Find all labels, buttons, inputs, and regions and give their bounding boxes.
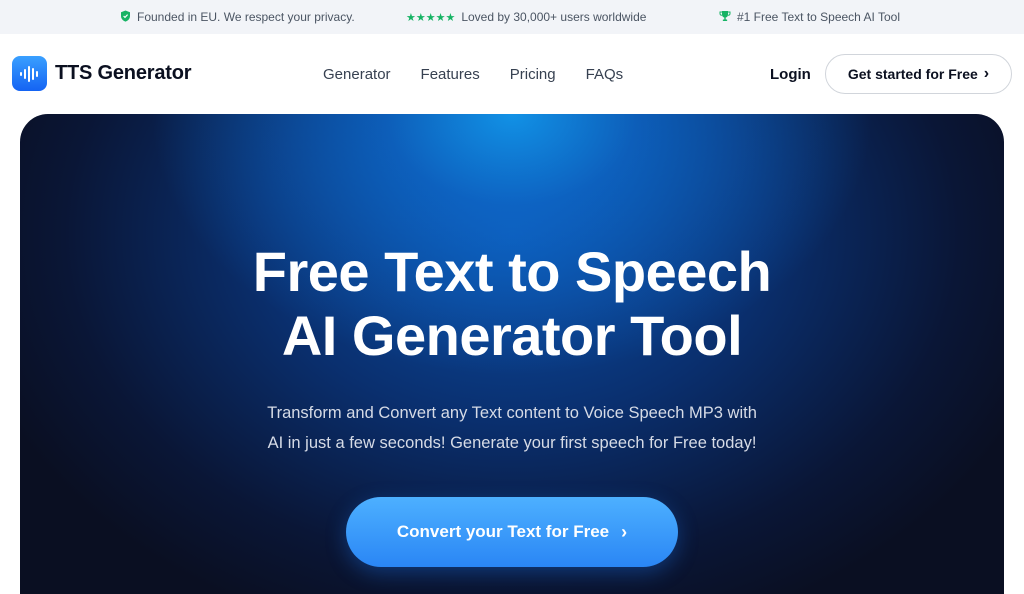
hero-subtitle-line-1: Transform and Convert any Text content t…	[267, 404, 757, 422]
rank-text: #1 Free Text to Speech AI Tool	[737, 10, 900, 24]
brand-name: TTS Generator	[55, 62, 192, 84]
hero-title: Free Text to Speech AI Generator Tool	[20, 240, 1004, 368]
get-started-label: Get started for Free	[847, 66, 978, 82]
brand-logo[interactable]: TTS Generator	[12, 56, 192, 91]
star-icon: ★★★★★	[406, 11, 456, 24]
nav-link-pricing[interactable]: Pricing	[510, 66, 556, 83]
hero-title-line-1: Free Text to Speech	[252, 240, 772, 303]
hero-subtitle-line-2: AI in just a few seconds! Generate your …	[267, 434, 757, 452]
nav-menu: Generator Features Pricing FAQs	[323, 34, 623, 114]
shield-icon	[120, 10, 131, 25]
convert-text-label: Convert your Text for Free	[396, 522, 610, 541]
announcement-bar: Founded in EU. We respect your privacy. …	[0, 0, 1024, 34]
nav-link-faqs[interactable]: FAQs	[586, 66, 624, 83]
chevron-right-icon: ›	[983, 65, 990, 82]
convert-text-button[interactable]: Convert your Text for Free ›	[346, 497, 678, 567]
loved-text: Loved by 30,000+ users worldwide	[461, 10, 647, 24]
nav-link-generator[interactable]: Generator	[323, 66, 391, 83]
trophy-icon	[719, 10, 731, 25]
hero-title-line-2: AI Generator Tool	[281, 304, 743, 367]
rank-note: #1 Free Text to Speech AI Tool	[719, 0, 900, 34]
nav-link-features[interactable]: Features	[421, 66, 480, 83]
chevron-right-icon: ›	[621, 521, 628, 542]
get-started-button[interactable]: Get started for Free ›	[825, 54, 1012, 94]
hero-subtitle: Transform and Convert any Text content t…	[242, 398, 782, 458]
sound-wave-logo-icon	[12, 56, 47, 91]
privacy-note: Founded in EU. We respect your privacy.	[120, 0, 355, 34]
hero-section: Free Text to Speech AI Generator Tool Tr…	[20, 114, 1004, 594]
privacy-text: Founded in EU. We respect your privacy.	[137, 10, 355, 24]
login-link[interactable]: Login	[770, 34, 811, 114]
main-navbar: TTS Generator Generator Features Pricing…	[0, 34, 1024, 114]
rating-note: ★★★★★ Loved by 30,000+ users worldwide	[406, 0, 646, 34]
